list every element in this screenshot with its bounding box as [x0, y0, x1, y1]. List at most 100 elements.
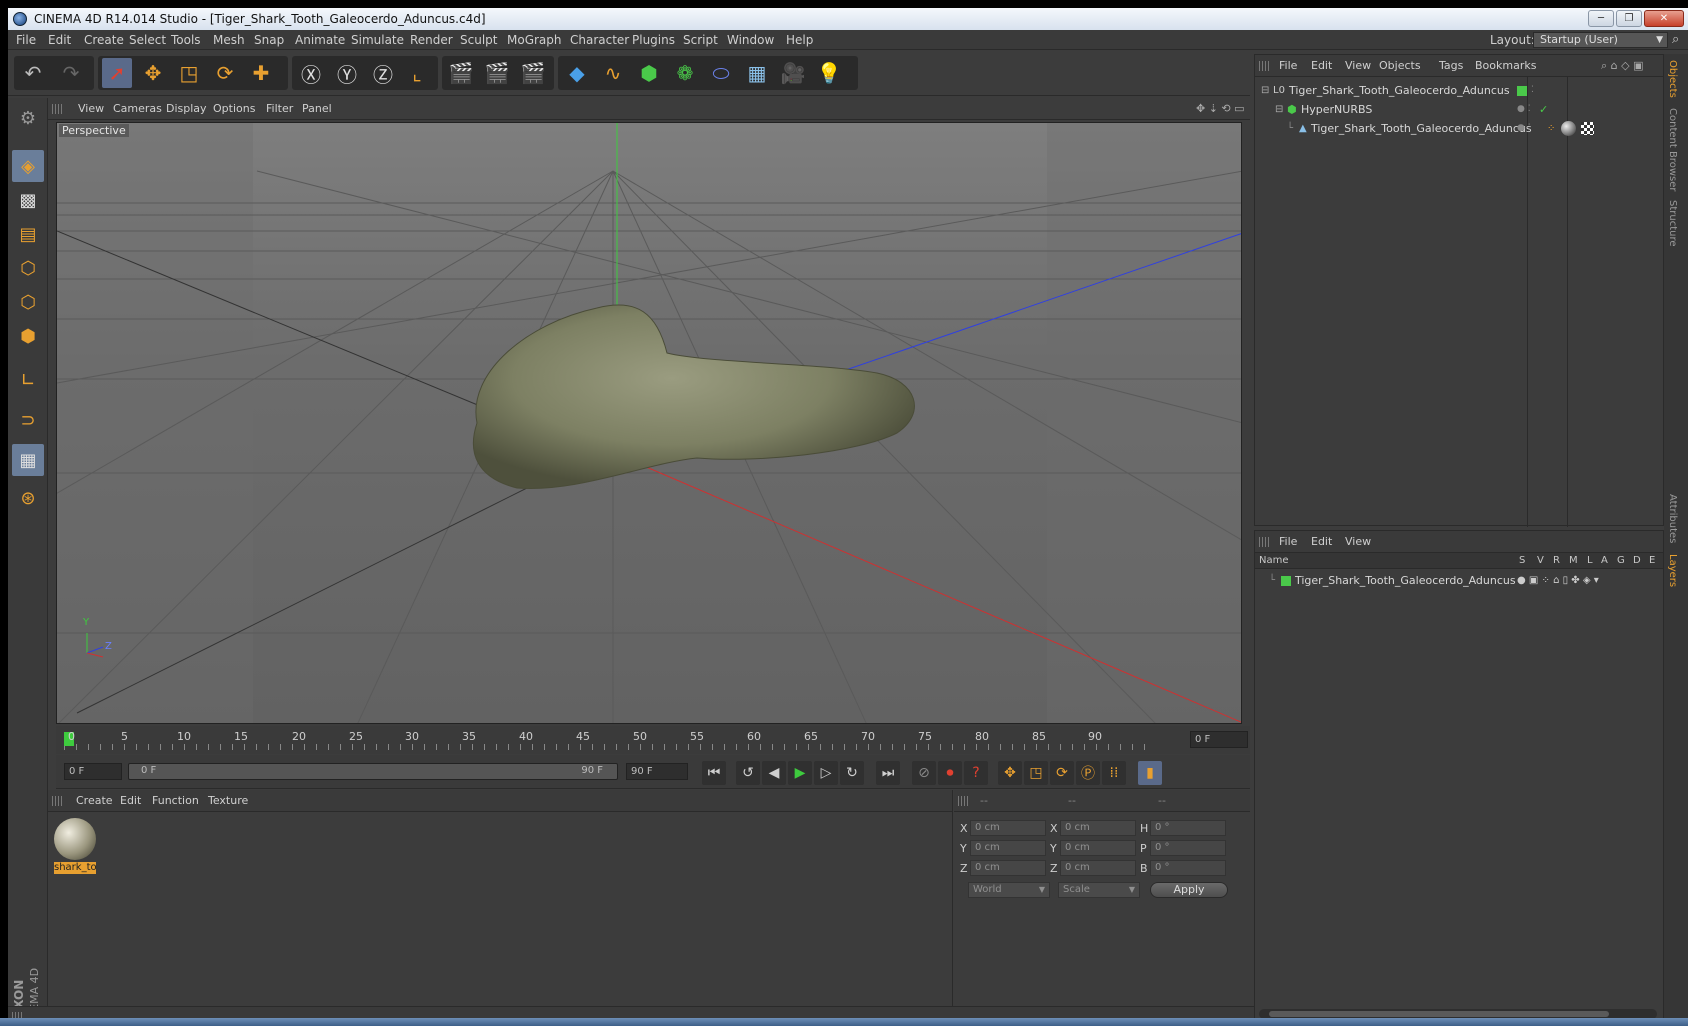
- start-frame-field[interactable]: 0 F: [64, 763, 122, 780]
- rotate-icon[interactable]: ⟳: [210, 58, 240, 88]
- panel-grip-icon[interactable]: [1259, 537, 1269, 547]
- viewport-menu-cameras[interactable]: Cameras: [113, 102, 162, 115]
- objects-menu-view[interactable]: View: [1345, 59, 1371, 72]
- record-scale-icon[interactable]: ◳: [1024, 761, 1048, 785]
- layer-color-swatch[interactable]: [1281, 576, 1291, 586]
- menu-create[interactable]: Create: [84, 33, 124, 47]
- close-button[interactable]: ✕: [1644, 10, 1684, 27]
- workplane-mode-icon[interactable]: ▤: [12, 218, 44, 250]
- collapse-icon[interactable]: ⊟: [1275, 100, 1283, 119]
- size-mode-dropdown[interactable]: Scale ▼: [1058, 882, 1140, 898]
- menu-edit[interactable]: Edit: [48, 33, 71, 47]
- make-editable-icon[interactable]: ⚙: [12, 102, 44, 134]
- play-forward-icon[interactable]: ▶: [788, 761, 812, 785]
- record-rotation-icon[interactable]: ⟳: [1050, 761, 1074, 785]
- render-view-icon[interactable]: 🎬: [446, 58, 476, 88]
- y-axis-lock-icon[interactable]: Ⓨ: [332, 58, 362, 88]
- tab-structure[interactable]: Structure: [1667, 200, 1678, 247]
- phong-tag-icon[interactable]: ⁘: [1547, 119, 1555, 138]
- menu-character[interactable]: Character: [570, 33, 629, 47]
- viewport-menu-options[interactable]: Options: [213, 102, 255, 115]
- deformer-icon[interactable]: ⬭: [706, 58, 736, 88]
- material-swatch[interactable]: shark_to: [54, 818, 96, 874]
- panel-grip-icon[interactable]: [52, 796, 62, 806]
- floor-icon[interactable]: ▦: [742, 58, 772, 88]
- material-menu-texture[interactable]: Texture: [208, 794, 248, 807]
- autokey-icon[interactable]: ⏺: [938, 761, 962, 785]
- object-row[interactable]: ⊟ ⬢ HyperNURBS ● ⁚ ✓: [1255, 100, 1663, 119]
- move-icon[interactable]: ✥: [138, 58, 168, 88]
- x-axis-lock-icon[interactable]: Ⓧ: [296, 58, 326, 88]
- object-row[interactable]: └ ▲ Tiger_Shark_Tooth_Galeocerdo_Aduncus…: [1255, 119, 1663, 138]
- redo-icon[interactable]: ↷: [56, 58, 86, 88]
- render-picture-viewer-icon[interactable]: 🎬: [482, 58, 512, 88]
- axis-mode-icon[interactable]: ∟: [12, 364, 44, 396]
- model-mode-icon[interactable]: ◈: [12, 150, 44, 182]
- menu-help[interactable]: Help: [786, 33, 813, 47]
- menu-tools[interactable]: Tools: [171, 33, 201, 47]
- objects-menu-file[interactable]: File: [1279, 59, 1297, 72]
- size-y-field[interactable]: 0 cm: [1060, 840, 1136, 856]
- coordinate-system-icon[interactable]: ⌞: [402, 58, 432, 88]
- panel-grip-icon[interactable]: [1259, 61, 1269, 71]
- objects-menu-edit[interactable]: Edit: [1311, 59, 1332, 72]
- tab-attributes[interactable]: Attributes: [1667, 494, 1678, 543]
- objects-menu-bookmarks[interactable]: Bookmarks: [1475, 59, 1536, 72]
- apply-button[interactable]: Apply: [1150, 882, 1228, 898]
- position-x-field[interactable]: 0 cm: [970, 820, 1046, 836]
- enabled-check-icon[interactable]: ✓: [1539, 100, 1548, 119]
- viewport-menu-view[interactable]: View: [78, 102, 104, 115]
- workplane-lock-icon[interactable]: ▦: [12, 444, 44, 476]
- menu-mesh[interactable]: Mesh: [213, 33, 245, 47]
- objects-menu-tags[interactable]: Tags: [1439, 59, 1463, 72]
- menu-render[interactable]: Render: [410, 33, 453, 47]
- menu-simulate[interactable]: Simulate: [351, 33, 404, 47]
- rotation-b-field[interactable]: 0 °: [1150, 860, 1226, 876]
- search-icon[interactable]: ⌕: [1672, 32, 1679, 47]
- z-axis-lock-icon[interactable]: Ⓩ: [368, 58, 398, 88]
- spline-icon[interactable]: ∿: [598, 58, 628, 88]
- frame-ruler[interactable]: 0 5 10 15 20 25 30 35 40 45 50 55 60 65 …: [64, 728, 1184, 752]
- menu-window[interactable]: Window: [727, 33, 774, 47]
- record-parameter-icon[interactable]: Ⓟ: [1076, 761, 1100, 785]
- light-icon[interactable]: 💡: [814, 58, 844, 88]
- undo-icon[interactable]: ↶: [18, 58, 48, 88]
- menu-plugins[interactable]: Plugins: [632, 33, 675, 47]
- layers-menu-file[interactable]: File: [1279, 535, 1297, 548]
- visibility-dots-icon[interactable]: ⁚: [1531, 81, 1534, 100]
- size-x-field[interactable]: 0 cm: [1060, 820, 1136, 836]
- material-menu-create[interactable]: Create: [76, 794, 113, 807]
- layers-menu-view[interactable]: View: [1345, 535, 1371, 548]
- visibility-dots-icon[interactable]: ● ⁚: [1517, 119, 1531, 138]
- camera-icon[interactable]: 🎥: [778, 58, 808, 88]
- visibility-dots-icon[interactable]: ● ⁚: [1517, 100, 1531, 119]
- layout-dropdown[interactable]: Startup (User) ▼: [1533, 32, 1668, 48]
- menu-file[interactable]: File: [16, 33, 36, 47]
- viewport-navigation-icons[interactable]: ✥ ⇣ ⟲ ▭: [1196, 102, 1245, 115]
- perspective-viewport[interactable]: Perspective Y Z: [56, 122, 1242, 724]
- record-point-level-icon[interactable]: ⁞⁞: [1102, 761, 1126, 785]
- panel-grip-icon[interactable]: [958, 796, 968, 806]
- snap-magnet-icon[interactable]: ⊃: [12, 404, 44, 436]
- record-keys-icon[interactable]: ⊘: [912, 761, 936, 785]
- array-icon[interactable]: ❁: [670, 58, 700, 88]
- tab-content-browser[interactable]: Content Browser: [1667, 108, 1678, 191]
- soft-selection-icon[interactable]: ⊛: [12, 482, 44, 514]
- tab-objects[interactable]: Objects: [1667, 60, 1678, 98]
- objects-toolbar-icons[interactable]: ⌕ ⌂ ◇ ▣: [1601, 59, 1644, 73]
- menu-sculpt[interactable]: Sculpt: [460, 33, 497, 47]
- material-menu-function[interactable]: Function: [152, 794, 199, 807]
- next-key-icon[interactable]: ↻: [840, 761, 864, 785]
- live-selection-icon[interactable]: ➚: [102, 58, 132, 88]
- end-frame-field[interactable]: 90 F: [626, 763, 688, 780]
- coordinate-mode-dropdown[interactable]: World ▼: [968, 882, 1050, 898]
- texture-tag-icon[interactable]: [1581, 122, 1594, 135]
- add-object-icon[interactable]: ✚: [246, 58, 276, 88]
- edges-mode-icon[interactable]: ⬡: [12, 286, 44, 318]
- material-tag-icon[interactable]: [1561, 121, 1576, 136]
- points-mode-icon[interactable]: ⬡: [12, 252, 44, 284]
- current-frame-field[interactable]: 0 F: [1190, 731, 1248, 748]
- layers-menu-edit[interactable]: Edit: [1311, 535, 1332, 548]
- timeline-layout-icon[interactable]: ▮: [1138, 761, 1162, 785]
- minimize-button[interactable]: ─: [1588, 10, 1614, 27]
